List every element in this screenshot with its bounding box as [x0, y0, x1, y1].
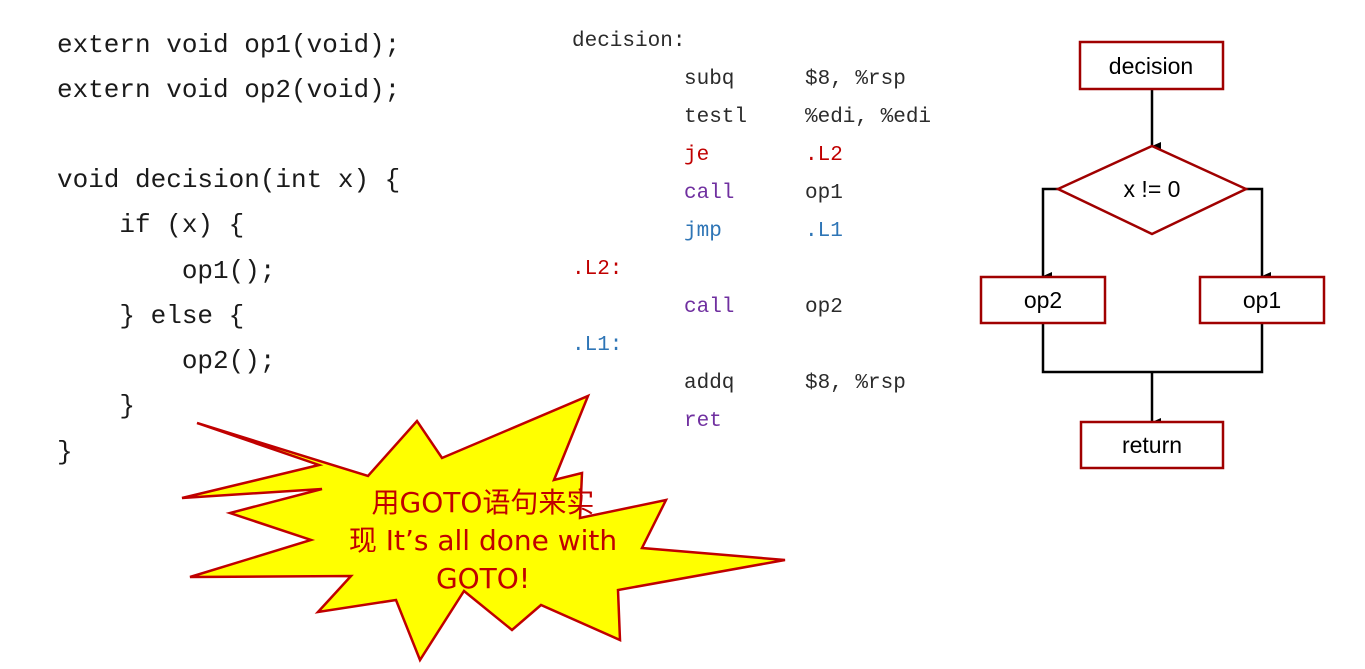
flow-label-return: return — [1122, 432, 1182, 458]
callout-line-2: 现 It’s all done with — [348, 524, 618, 557]
callout-line-3: GOTO! — [435, 562, 531, 595]
flow-label-op1: op1 — [1243, 287, 1281, 313]
flow-merge-line — [1041, 323, 1264, 374]
flowchart: decision x != 0 op2 op1 return — [181, 40, 1326, 663]
flow-label-decision: decision — [1109, 53, 1193, 79]
flow-arrow-to-op2 — [1041, 187, 1058, 280]
flow-label-op2: op2 — [1024, 287, 1062, 313]
explosion-callout-text: 用GOTO语句来实 现 It’s all done with GOTO! — [318, 484, 648, 598]
flow-label-condition: x != 0 — [1124, 176, 1181, 202]
flow-arrow-to-op1 — [1246, 187, 1271, 280]
callout-line-1: 用GOTO语句来实 — [371, 486, 595, 519]
